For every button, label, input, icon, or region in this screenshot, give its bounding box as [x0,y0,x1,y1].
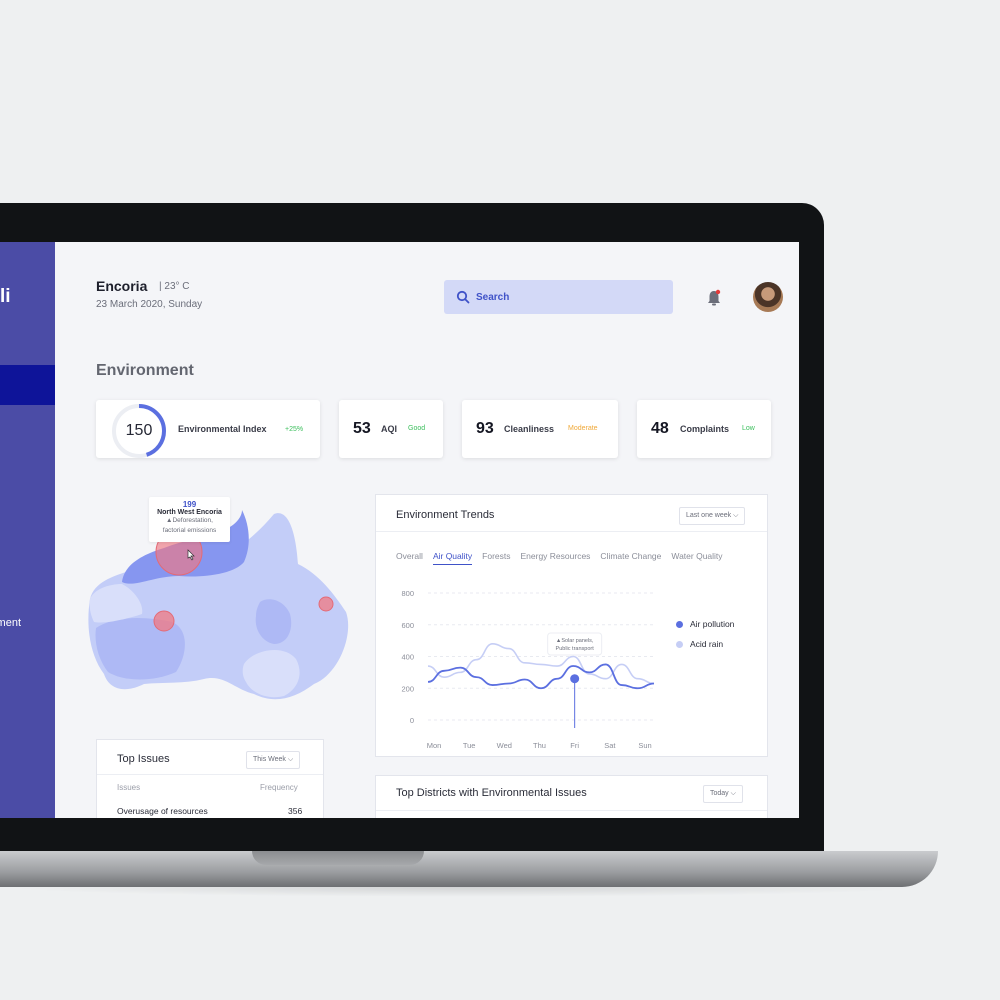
range-dropdown[interactable]: This Week ⌵ [246,751,301,769]
range-value: Today [710,790,729,797]
divider [376,531,767,532]
stat-value: 48 [651,420,669,437]
tooltip-region: North West Encoria [157,509,222,516]
stat-card-aqi[interactable]: 53 AQI Good [339,400,443,458]
divider [376,810,767,811]
stat-badge: Good [408,425,426,432]
search-icon [456,290,470,304]
dashboard-screen: li nment Encoria | 23° C 23 March 2020, … [0,242,799,818]
top-issues-panel: Top Issues This Week ⌵ Issues Frequency … [96,739,324,818]
issue-name: Overusage of resources [117,806,208,816]
chevron-down-icon: ⌵ [733,512,739,519]
stat-value: 150 [125,422,153,439]
stat-value: 53 [353,420,371,437]
range-value: Last one week [686,512,732,519]
y-tick-label: 400 [401,653,414,662]
air-quality-chart[interactable]: 0 200 400 600 800 Mon Tue Wed Thu Fri Sat Sun ▲Solar… [376,583,767,755]
y-tick-label: 800 [401,589,414,598]
tooltip-description-line2: factorial emissions [162,527,217,534]
issue-frequency: 356 [288,806,303,816]
stat-badge: +25% [285,426,304,433]
hotspot-east[interactable] [318,596,334,612]
current-date: 23 March 2020, Sunday [96,299,203,310]
trend-tabs: Overall Air Quality Forests Energy Resou… [396,551,723,565]
stat-label: AQI [381,424,398,434]
y-tick-label: 200 [401,684,414,693]
stat-label: Environmental Index [178,424,267,434]
sidebar: li nment [0,242,55,818]
x-tick-label: Tue [463,741,476,750]
stat-label: Complaints [680,424,730,434]
bell-icon[interactable] [706,289,722,307]
x-tick-label: Sat [604,741,616,750]
search-input[interactable] [476,288,656,306]
laptop-notch [252,851,424,865]
legend-dot-air-pollution [676,620,683,628]
sidebar-item-environment[interactable]: nment [0,617,21,629]
x-tick-label: Mon [427,741,442,750]
panel-title: Top Districts with Environmental Issues [396,787,587,799]
stat-value: 93 [476,420,494,437]
x-tick-label: Wed [497,741,512,750]
range-dropdown[interactable]: Last one week ⌵ [679,507,746,525]
range-value: This Week [253,756,286,763]
tab-forests[interactable]: Forests [482,551,510,565]
hotspot-south-west[interactable] [153,610,175,632]
marker-point [570,674,580,684]
annotation-line1: ▲Solar panels, [556,638,594,644]
y-tick-label: 600 [401,621,414,630]
column-header-frequency: Frequency [260,783,298,792]
legend-air-pollution[interactable]: Air pollution [676,619,734,629]
series-line-acid-rain [427,642,655,685]
series-line-air-pollution [427,663,655,690]
avatar[interactable] [753,282,783,312]
legend-acid-rain[interactable]: Acid rain [676,639,723,649]
map-tooltip: 199 North West Encoria ▲Deforestation, f… [149,497,230,542]
y-tick-label: 0 [410,716,414,725]
panel-title: Environment Trends [396,509,495,521]
stat-card-environmental-index[interactable]: 150 Environmental Index +25% [96,400,320,458]
annotation-line2: Public transport [556,646,595,652]
legend-label: Air pollution [690,619,735,629]
city-name: Encoria [96,278,148,294]
tab-air-quality[interactable]: Air Quality [432,551,473,565]
tab-energy-resources[interactable]: Energy Resources [521,551,591,565]
stat-badge: Moderate [568,425,598,432]
tab-climate-change[interactable]: Climate Change [600,551,661,565]
x-tick-label: Thu [533,741,546,750]
page-title: Environment [96,362,194,379]
chevron-down-icon: ⌵ [730,790,736,797]
legend-dot-acid-rain [676,640,683,648]
search-bar[interactable] [444,280,673,314]
tooltip-description-line1: ▲Deforestation, [166,517,213,524]
stat-badge: Low [742,425,755,432]
panel-title: Top Issues [117,753,170,765]
top-districts-panel: Top Districts with Environmental Issues … [375,775,768,818]
tab-overall[interactable]: Overall [396,551,423,565]
range-dropdown[interactable]: Today ⌵ [703,785,743,803]
app-logo: li [0,286,11,307]
environment-trends-panel: Environment Trends Last one week ⌵ Overa… [375,494,768,757]
stat-card-complaints[interactable]: 48 Complaints Low [637,400,771,458]
chevron-down-icon: ⌵ [287,756,294,763]
laptop-shadow [0,887,930,897]
divider [97,774,323,775]
sidebar-item-active[interactable] [0,365,55,405]
x-tick-label: Sun [638,741,651,750]
legend-label: Acid rain [690,639,724,649]
tooltip-value: 199 [182,500,197,509]
stat-label: Cleanliness [504,424,555,434]
laptop-base [0,851,938,887]
stat-card-cleanliness[interactable]: 93 Cleanliness Moderate [462,400,618,458]
x-tick-label: Fri [570,741,579,750]
tab-water-quality[interactable]: Water Quality [671,551,722,565]
column-header-issues: Issues [117,783,141,792]
temperature: | 23° C [159,281,190,292]
